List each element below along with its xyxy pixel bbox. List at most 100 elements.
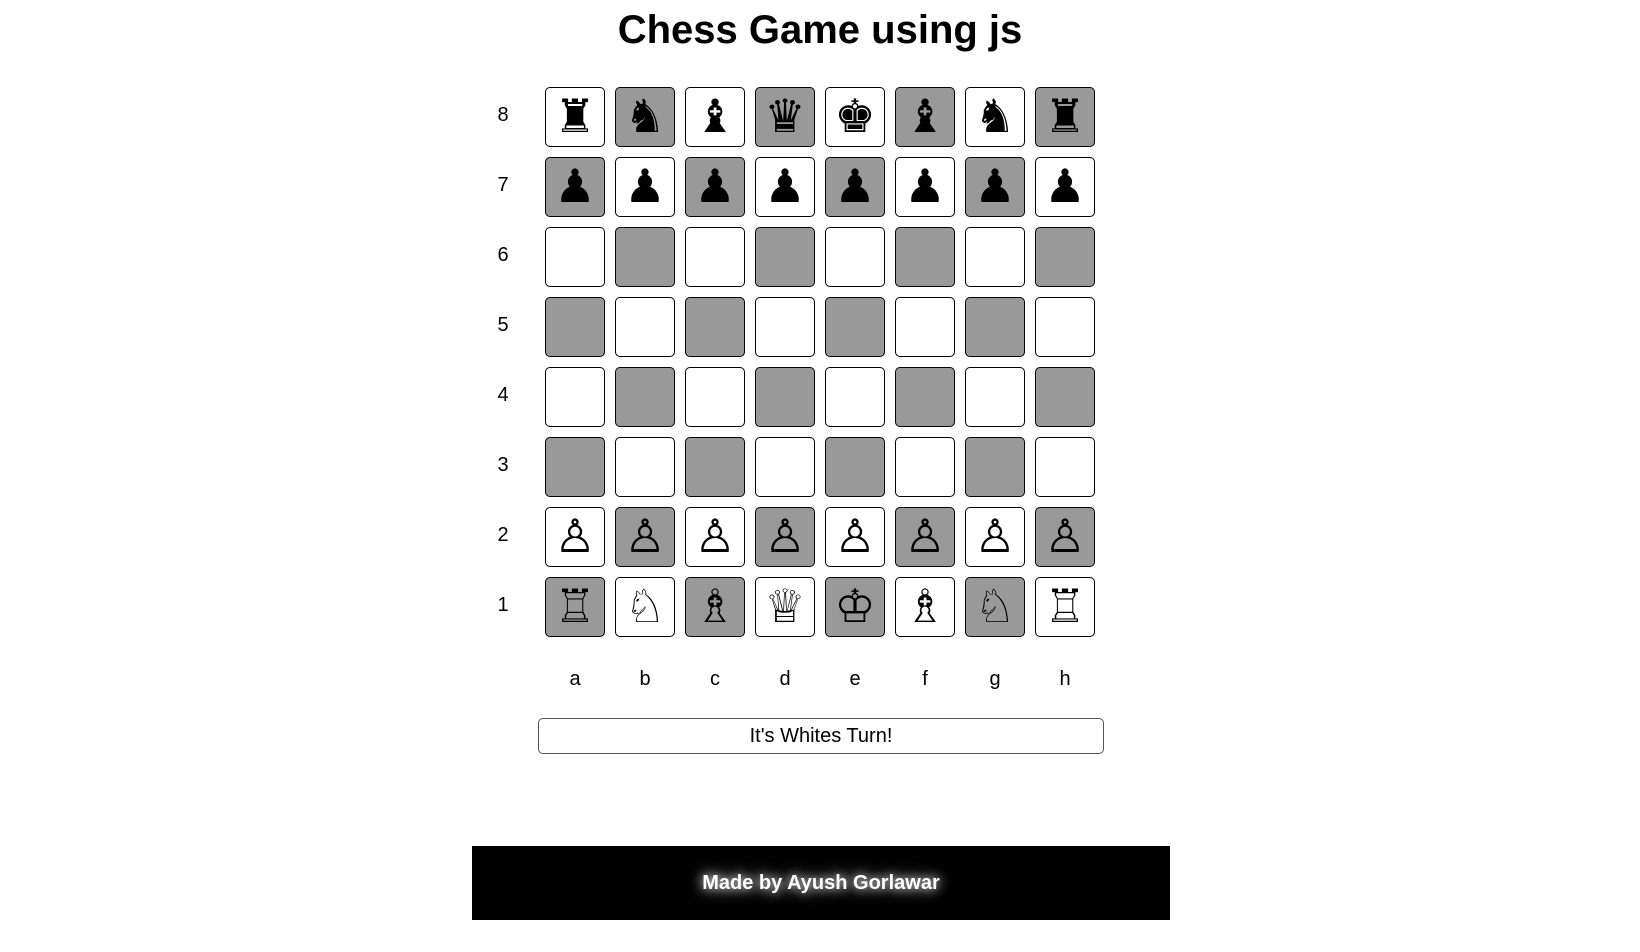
black-knight-icon[interactable]: ♞: [974, 93, 1015, 139]
square-a7[interactable]: ♟: [545, 157, 605, 217]
square-c7[interactable]: ♟: [685, 157, 745, 217]
square-c1[interactable]: ♗: [685, 577, 745, 637]
white-pawn-icon[interactable]: ♙: [974, 513, 1015, 559]
square-f6[interactable]: [895, 227, 955, 287]
square-f8[interactable]: ♝: [895, 87, 955, 147]
white-pawn-icon[interactable]: ♙: [554, 513, 595, 559]
square-d1[interactable]: ♕: [755, 577, 815, 637]
square-h4[interactable]: [1035, 367, 1095, 427]
rank-label-5: 5: [497, 314, 509, 336]
white-pawn-icon[interactable]: ♙: [764, 513, 805, 559]
square-c4[interactable]: [685, 367, 745, 427]
white-pawn-icon[interactable]: ♙: [1044, 513, 1085, 559]
square-b3[interactable]: [615, 437, 675, 497]
black-king-icon[interactable]: ♚: [834, 93, 875, 139]
square-h8[interactable]: ♜: [1035, 87, 1095, 147]
square-e5[interactable]: [825, 297, 885, 357]
square-e1[interactable]: ♔: [825, 577, 885, 637]
square-e8[interactable]: ♚: [825, 87, 885, 147]
square-d7[interactable]: ♟: [755, 157, 815, 217]
square-b4[interactable]: [615, 367, 675, 427]
black-pawn-icon[interactable]: ♟: [904, 163, 945, 209]
black-knight-icon[interactable]: ♞: [624, 93, 665, 139]
white-pawn-icon[interactable]: ♙: [624, 513, 665, 559]
square-e4[interactable]: [825, 367, 885, 427]
square-g4[interactable]: [965, 367, 1025, 427]
square-a3[interactable]: [545, 437, 605, 497]
square-h5[interactable]: [1035, 297, 1095, 357]
black-pawn-icon[interactable]: ♟: [764, 163, 805, 209]
square-g5[interactable]: [965, 297, 1025, 357]
square-a8[interactable]: ♜: [545, 87, 605, 147]
black-pawn-icon[interactable]: ♟: [974, 163, 1015, 209]
square-f3[interactable]: [895, 437, 955, 497]
square-b6[interactable]: [615, 227, 675, 287]
square-d4[interactable]: [755, 367, 815, 427]
white-queen-icon[interactable]: ♕: [764, 583, 805, 629]
square-g2[interactable]: ♙: [965, 507, 1025, 567]
file-label-c: c: [710, 668, 720, 690]
square-d6[interactable]: [755, 227, 815, 287]
white-bishop-icon[interactable]: ♗: [694, 583, 735, 629]
black-pawn-icon[interactable]: ♟: [624, 163, 665, 209]
square-a2[interactable]: ♙: [545, 507, 605, 567]
square-a4[interactable]: [545, 367, 605, 427]
square-b1[interactable]: ♘: [615, 577, 675, 637]
square-f5[interactable]: [895, 297, 955, 357]
square-e7[interactable]: ♟: [825, 157, 885, 217]
black-rook-icon[interactable]: ♜: [1044, 93, 1085, 139]
square-a1[interactable]: ♖: [545, 577, 605, 637]
square-d5[interactable]: [755, 297, 815, 357]
square-b5[interactable]: [615, 297, 675, 357]
square-f7[interactable]: ♟: [895, 157, 955, 217]
square-g8[interactable]: ♞: [965, 87, 1025, 147]
square-d3[interactable]: [755, 437, 815, 497]
white-knight-icon[interactable]: ♘: [624, 583, 665, 629]
square-g1[interactable]: ♘: [965, 577, 1025, 637]
square-b7[interactable]: ♟: [615, 157, 675, 217]
square-b2[interactable]: ♙: [615, 507, 675, 567]
square-c3[interactable]: [685, 437, 745, 497]
square-a5[interactable]: [545, 297, 605, 357]
black-bishop-icon[interactable]: ♝: [904, 93, 945, 139]
square-d8[interactable]: ♛: [755, 87, 815, 147]
square-h3[interactable]: [1035, 437, 1095, 497]
black-pawn-icon[interactable]: ♟: [834, 163, 875, 209]
white-knight-icon[interactable]: ♘: [974, 583, 1015, 629]
square-g3[interactable]: [965, 437, 1025, 497]
black-bishop-icon[interactable]: ♝: [694, 93, 735, 139]
square-c2[interactable]: ♙: [685, 507, 745, 567]
black-pawn-icon[interactable]: ♟: [1044, 163, 1085, 209]
turn-status: It's Whites Turn!: [538, 718, 1104, 754]
black-rook-icon[interactable]: ♜: [554, 93, 595, 139]
black-pawn-icon[interactable]: ♟: [554, 163, 595, 209]
square-h2[interactable]: ♙: [1035, 507, 1095, 567]
white-rook-icon[interactable]: ♖: [554, 583, 595, 629]
black-pawn-icon[interactable]: ♟: [694, 163, 735, 209]
white-pawn-icon[interactable]: ♙: [834, 513, 875, 559]
square-e6[interactable]: [825, 227, 885, 287]
square-c8[interactable]: ♝: [685, 87, 745, 147]
square-h7[interactable]: ♟: [1035, 157, 1095, 217]
square-g7[interactable]: ♟: [965, 157, 1025, 217]
white-pawn-icon[interactable]: ♙: [904, 513, 945, 559]
square-c5[interactable]: [685, 297, 745, 357]
square-e2[interactable]: ♙: [825, 507, 885, 567]
white-rook-icon[interactable]: ♖: [1044, 583, 1085, 629]
footer-credit: Made by Ayush Gorlawar: [702, 871, 940, 894]
square-a6[interactable]: [545, 227, 605, 287]
square-b8[interactable]: ♞: [615, 87, 675, 147]
white-pawn-icon[interactable]: ♙: [694, 513, 735, 559]
white-bishop-icon[interactable]: ♗: [904, 583, 945, 629]
square-h6[interactable]: [1035, 227, 1095, 287]
square-f4[interactable]: [895, 367, 955, 427]
square-f1[interactable]: ♗: [895, 577, 955, 637]
square-f2[interactable]: ♙: [895, 507, 955, 567]
square-c6[interactable]: [685, 227, 745, 287]
square-d2[interactable]: ♙: [755, 507, 815, 567]
square-h1[interactable]: ♖: [1035, 577, 1095, 637]
white-king-icon[interactable]: ♔: [834, 583, 875, 629]
square-g6[interactable]: [965, 227, 1025, 287]
square-e3[interactable]: [825, 437, 885, 497]
black-queen-icon[interactable]: ♛: [764, 93, 805, 139]
